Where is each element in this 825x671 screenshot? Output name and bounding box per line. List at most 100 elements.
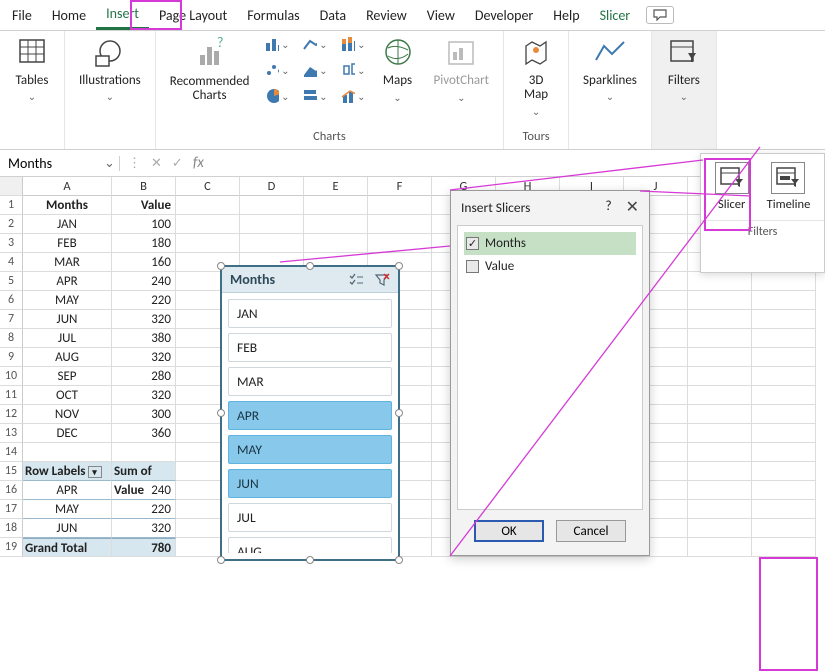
name-box-dropdown[interactable]: ⌄ xyxy=(100,156,120,171)
column-header[interactable]: D xyxy=(240,177,304,196)
cell[interactable] xyxy=(240,196,304,215)
row-header[interactable]: 7 xyxy=(0,310,23,329)
cell[interactable] xyxy=(112,443,176,462)
tab-formulas[interactable]: Formulas xyxy=(237,2,309,29)
cell[interactable] xyxy=(688,348,752,367)
pivotchart-button[interactable]: PivotChart⌄ xyxy=(430,34,494,105)
cell[interactable] xyxy=(688,329,752,348)
cell[interactable] xyxy=(752,386,816,405)
column-header[interactable]: C xyxy=(176,177,240,196)
cell[interactable]: 360 xyxy=(112,424,176,443)
fx-menu-icon[interactable]: ⋮ xyxy=(128,156,141,171)
cell[interactable] xyxy=(752,481,816,500)
cell[interactable]: SEP xyxy=(23,367,112,386)
cancel-button[interactable]: Cancel xyxy=(556,520,626,542)
cell[interactable] xyxy=(752,367,816,386)
cell[interactable]: 240 xyxy=(112,481,176,500)
cell[interactable] xyxy=(688,272,752,291)
cell[interactable]: JUL xyxy=(23,329,112,348)
slicer-item[interactable]: JUL xyxy=(228,503,392,532)
cell[interactable] xyxy=(752,462,816,481)
row-header[interactable]: 14 xyxy=(0,443,23,462)
tab-home[interactable]: Home xyxy=(42,2,96,29)
cell[interactable]: Value xyxy=(112,196,176,215)
cell[interactable]: JAN xyxy=(23,215,112,234)
cell[interactable]: Months xyxy=(23,196,112,215)
tab-pagelayout[interactable]: Page Layout xyxy=(149,2,237,29)
row-header[interactable]: 1 xyxy=(0,196,23,215)
stacked-chart-button[interactable]: ⌄ xyxy=(340,34,366,54)
row-header[interactable]: 4 xyxy=(0,253,23,272)
row-header[interactable]: 3 xyxy=(0,234,23,253)
column-header[interactable]: B xyxy=(112,177,176,196)
cell[interactable]: 300 xyxy=(112,405,176,424)
row-header[interactable]: 16 xyxy=(0,481,23,500)
cell[interactable] xyxy=(176,215,240,234)
slicer-panel[interactable]: Months JANFEBMARAPRMAYJUNJULAUGSEP xyxy=(220,265,400,561)
tab-file[interactable]: File xyxy=(2,2,42,29)
row-header[interactable]: 15 xyxy=(0,462,23,481)
cell[interactable] xyxy=(688,424,752,443)
row-header[interactable]: 18 xyxy=(0,519,23,538)
slicer-item[interactable]: MAY xyxy=(228,435,392,464)
row-header[interactable]: 10 xyxy=(0,367,23,386)
cell[interactable] xyxy=(304,215,368,234)
cancel-icon[interactable]: ✕ xyxy=(151,156,162,171)
bar-chart-button[interactable]: ⌄ xyxy=(302,86,328,106)
cell[interactable] xyxy=(752,348,816,367)
cell[interactable] xyxy=(752,329,816,348)
cell[interactable] xyxy=(752,424,816,443)
cell[interactable]: 280 xyxy=(112,367,176,386)
box-chart-button[interactable]: ⌄ xyxy=(340,60,366,80)
cell[interactable]: DEC xyxy=(23,424,112,443)
cell[interactable]: MAY xyxy=(23,500,112,519)
cell[interactable]: APR xyxy=(23,272,112,291)
name-box[interactable] xyxy=(0,152,100,175)
cell[interactable]: Grand Total xyxy=(23,538,112,557)
tab-view[interactable]: View xyxy=(417,2,465,29)
slicer-item[interactable]: JAN xyxy=(228,299,392,328)
illustrations-button[interactable]: Illustrations⌄ xyxy=(75,34,145,105)
field-checkbox[interactable]: ✓Months xyxy=(464,232,636,255)
scatter-chart-button[interactable]: ⌄ xyxy=(264,60,290,80)
cell[interactable]: Row Labels▾ xyxy=(23,462,112,481)
cell[interactable] xyxy=(752,500,816,519)
row-header[interactable]: 8 xyxy=(0,329,23,348)
fx-icon[interactable]: fx xyxy=(193,154,204,172)
cell[interactable]: 380 xyxy=(112,329,176,348)
column-header[interactable]: A xyxy=(23,177,112,196)
cell[interactable]: 100 xyxy=(112,215,176,234)
cell[interactable]: 320 xyxy=(112,348,176,367)
sparklines-button[interactable]: Sparklines⌄ xyxy=(579,34,641,105)
area-chart-button[interactable]: ⌄ xyxy=(302,60,328,80)
cell[interactable] xyxy=(752,519,816,538)
slicer-item[interactable]: APR xyxy=(228,401,392,430)
row-header[interactable]: 11 xyxy=(0,386,23,405)
ok-button[interactable]: OK xyxy=(474,520,544,542)
cell[interactable]: 180 xyxy=(112,234,176,253)
tab-developer[interactable]: Developer xyxy=(465,2,543,29)
filters-button[interactable]: Filters⌄ xyxy=(662,34,706,105)
timeline-option[interactable]: Timeline xyxy=(767,162,811,212)
filter-icon[interactable]: ▾ xyxy=(88,466,102,478)
cell[interactable]: 240 xyxy=(112,272,176,291)
cell[interactable]: Sum of Value xyxy=(112,462,176,481)
cell[interactable] xyxy=(368,196,432,215)
row-header[interactable]: 12 xyxy=(0,405,23,424)
column-header[interactable]: E xyxy=(304,177,368,196)
select-all[interactable] xyxy=(0,177,23,196)
row-header[interactable]: 9 xyxy=(0,348,23,367)
cell[interactable] xyxy=(176,196,240,215)
row-header[interactable]: 19 xyxy=(0,538,23,557)
tab-data[interactable]: Data xyxy=(310,2,356,29)
cell[interactable] xyxy=(23,443,112,462)
slicer-item[interactable]: AUG xyxy=(228,537,392,553)
tab-insert[interactable]: Insert xyxy=(96,0,149,30)
close-icon[interactable]: ✕ xyxy=(626,197,639,217)
cell[interactable] xyxy=(752,310,816,329)
cell[interactable] xyxy=(688,386,752,405)
cell[interactable] xyxy=(304,196,368,215)
cell[interactable]: AUG xyxy=(23,348,112,367)
recommended-charts-button[interactable]: ? Recommended Charts xyxy=(166,35,254,106)
field-checkbox[interactable]: Value xyxy=(464,255,636,278)
